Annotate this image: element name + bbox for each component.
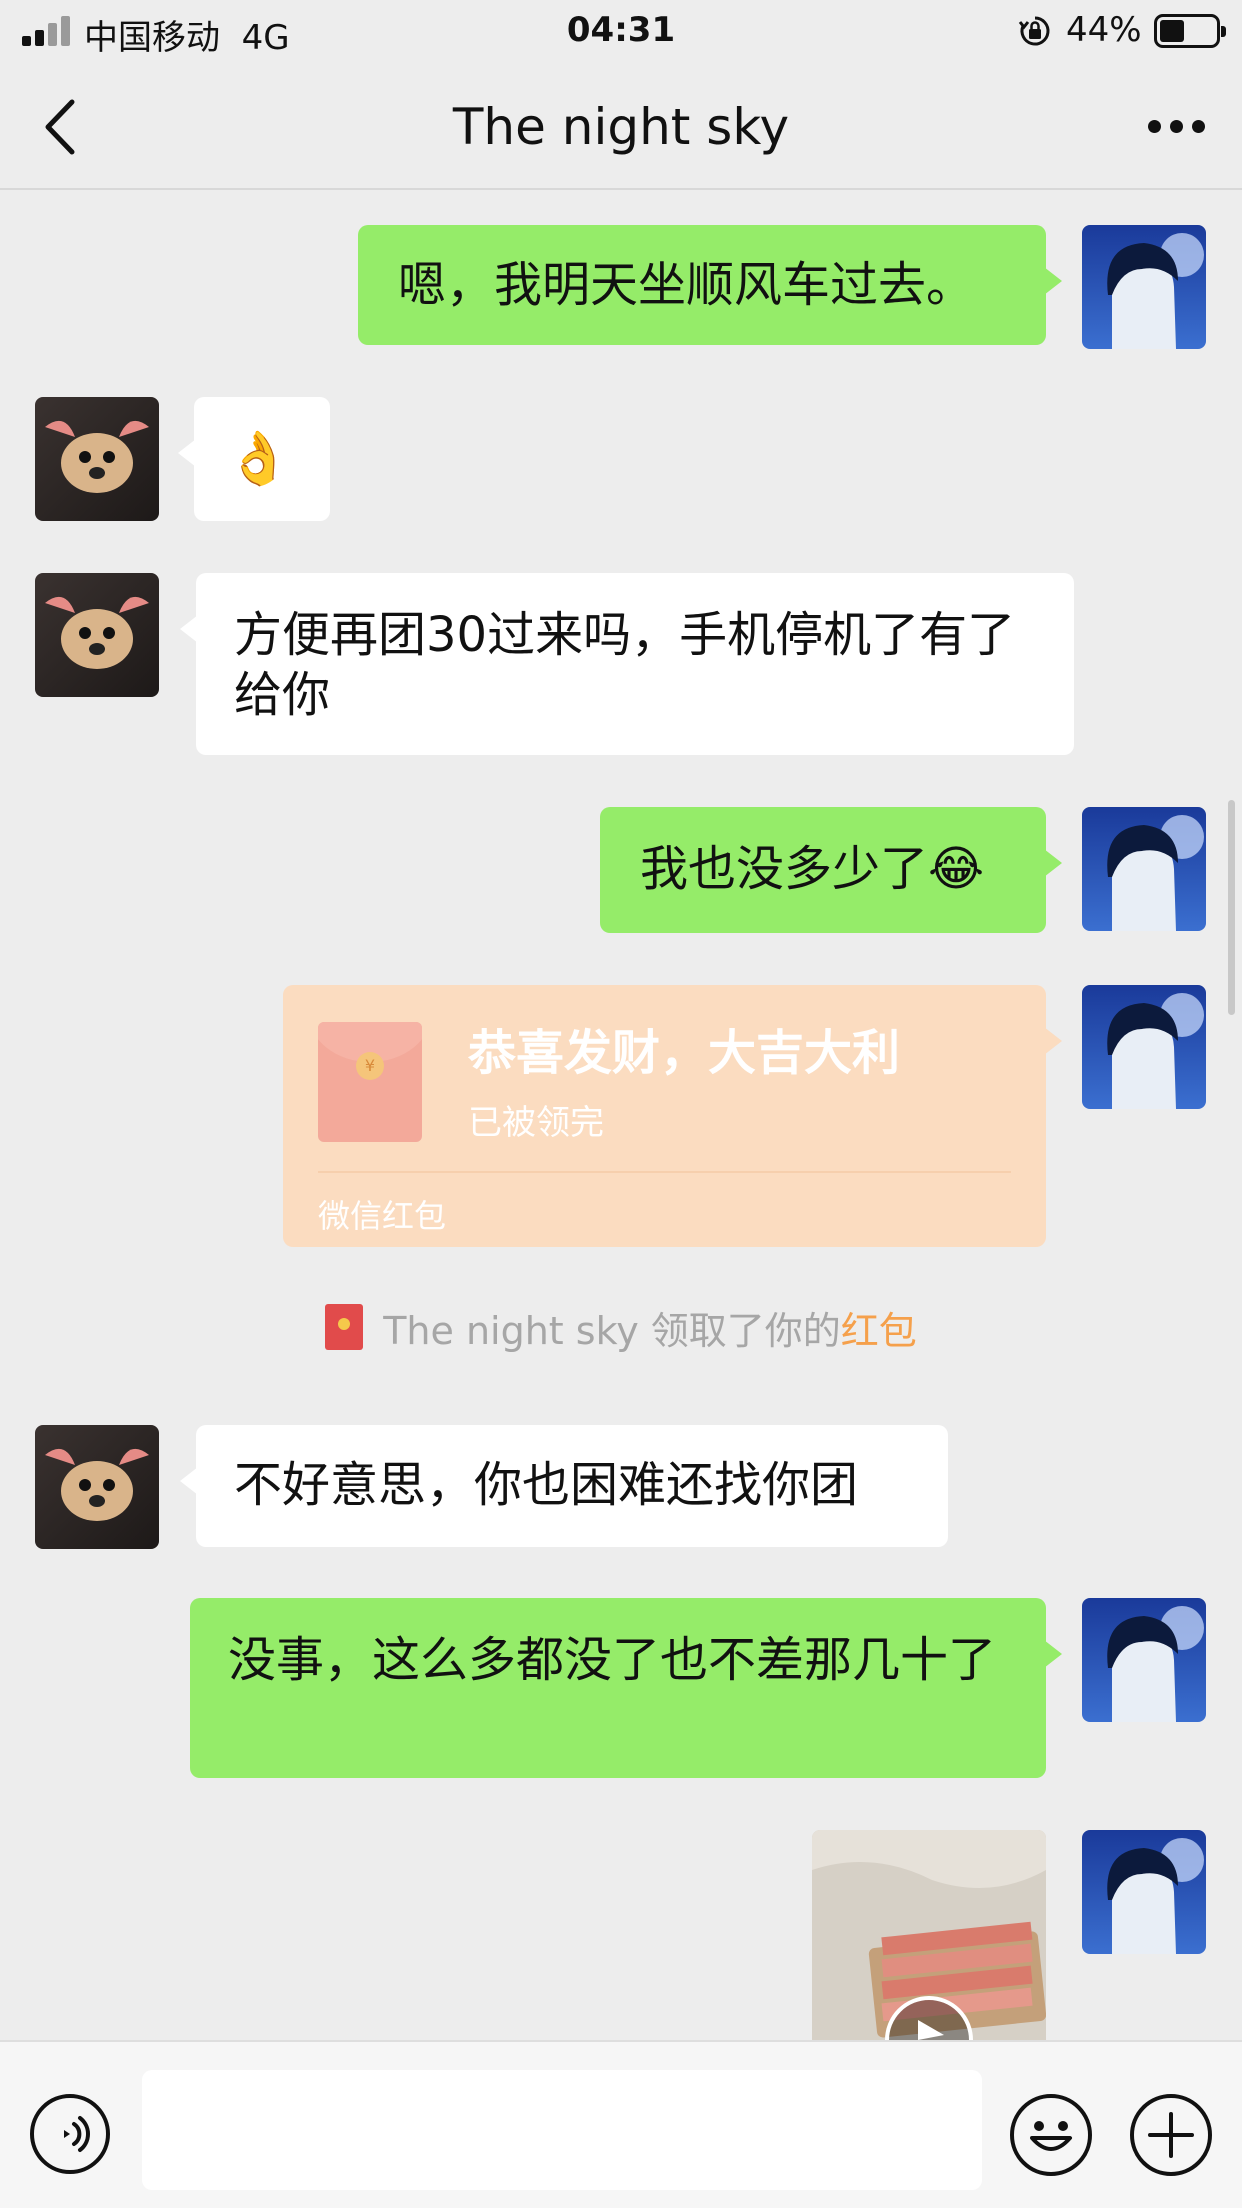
voice-icon[interactable] — [30, 2094, 110, 2174]
red-packet-card[interactable]: ¥ 恭喜发财，大吉大利 已被领完 微信红包 — [283, 985, 1062, 1247]
nav-bar: The night sky — [0, 62, 1242, 190]
avatar-me[interactable] — [1082, 1830, 1206, 1954]
ok-hand-emoji: 👌 — [226, 429, 291, 489]
carrier-label: 中国移动 4G — [84, 10, 290, 59]
message-bubble-received[interactable]: 方便再团30过来吗，手机停机了有了给你 — [180, 573, 1074, 755]
red-packet-footer: 微信红包 — [318, 1197, 447, 1235]
red-packet-title: 恭喜发财，大吉大利 — [468, 1025, 901, 1081]
input-bar — [0, 2040, 1242, 2208]
red-packet-status: 已被领完 — [468, 1103, 604, 1143]
notice-text: The night sky 领取了你的 — [383, 1309, 841, 1353]
message-text: 嗯，我明天坐顺风车过去。 — [398, 257, 975, 313]
avatar-me[interactable] — [1082, 225, 1206, 349]
message-text: 方便再团30过来吗，手机停机了有了给你 — [234, 607, 1016, 723]
red-packet-mini-icon — [325, 1304, 364, 1350]
battery-percent: 44% — [1066, 10, 1142, 50]
signal-icon — [22, 16, 74, 46]
plus-icon[interactable] — [1130, 2094, 1212, 2176]
message-text: 没事，这么多都没了也不差那几十了 — [228, 1632, 997, 1688]
message-text: 我也没多少了😂 — [640, 841, 985, 897]
avatar-contact[interactable] — [35, 397, 159, 521]
message-bubble-sent[interactable]: 我也没多少了😂 — [600, 807, 1062, 933]
avatar-contact[interactable] — [35, 1425, 159, 1549]
avatar-contact[interactable] — [35, 573, 159, 697]
more-dots-icon[interactable] — [1136, 100, 1216, 150]
red-envelope-icon: ¥ — [318, 1022, 422, 1142]
network-type: 4G — [241, 18, 290, 58]
scroll-indicator[interactable] — [1228, 800, 1235, 1015]
divider — [318, 1171, 1011, 1173]
message-bubble-sent[interactable]: 嗯，我明天坐顺风车过去。 — [358, 225, 1062, 345]
battery-fill — [1160, 20, 1184, 42]
money-photo — [812, 1830, 1046, 2040]
message-text: 不好意思，你也困难还找你团 — [234, 1457, 859, 1513]
chat-title: The night sky — [452, 98, 790, 156]
carrier-name: 中国移动 — [84, 18, 220, 58]
status-bar: 中国移动 4G 04:31 44% — [0, 0, 1242, 62]
avatar-me[interactable] — [1082, 807, 1206, 931]
image-message[interactable] — [812, 1830, 1046, 2040]
emoji-icon[interactable] — [1010, 2094, 1092, 2176]
message-input[interactable] — [142, 2070, 982, 2190]
system-notice: The night sky 领取了你的红包 — [0, 1300, 1242, 1355]
message-bubble-received[interactable]: 不好意思，你也困难还找你团 — [180, 1425, 948, 1547]
back-chevron-icon[interactable] — [30, 92, 100, 162]
message-bubble-sent[interactable]: 没事，这么多都没了也不差那几十了 — [190, 1598, 1062, 1778]
message-bubble-received[interactable]: 👌 — [178, 397, 330, 521]
avatar-me[interactable] — [1082, 985, 1206, 1109]
battery-icon — [1154, 14, 1226, 48]
notice-link-red-packet[interactable]: 红包 — [841, 1309, 917, 1353]
avatar-me[interactable] — [1082, 1598, 1206, 1722]
rotation-lock-icon — [1018, 16, 1050, 46]
